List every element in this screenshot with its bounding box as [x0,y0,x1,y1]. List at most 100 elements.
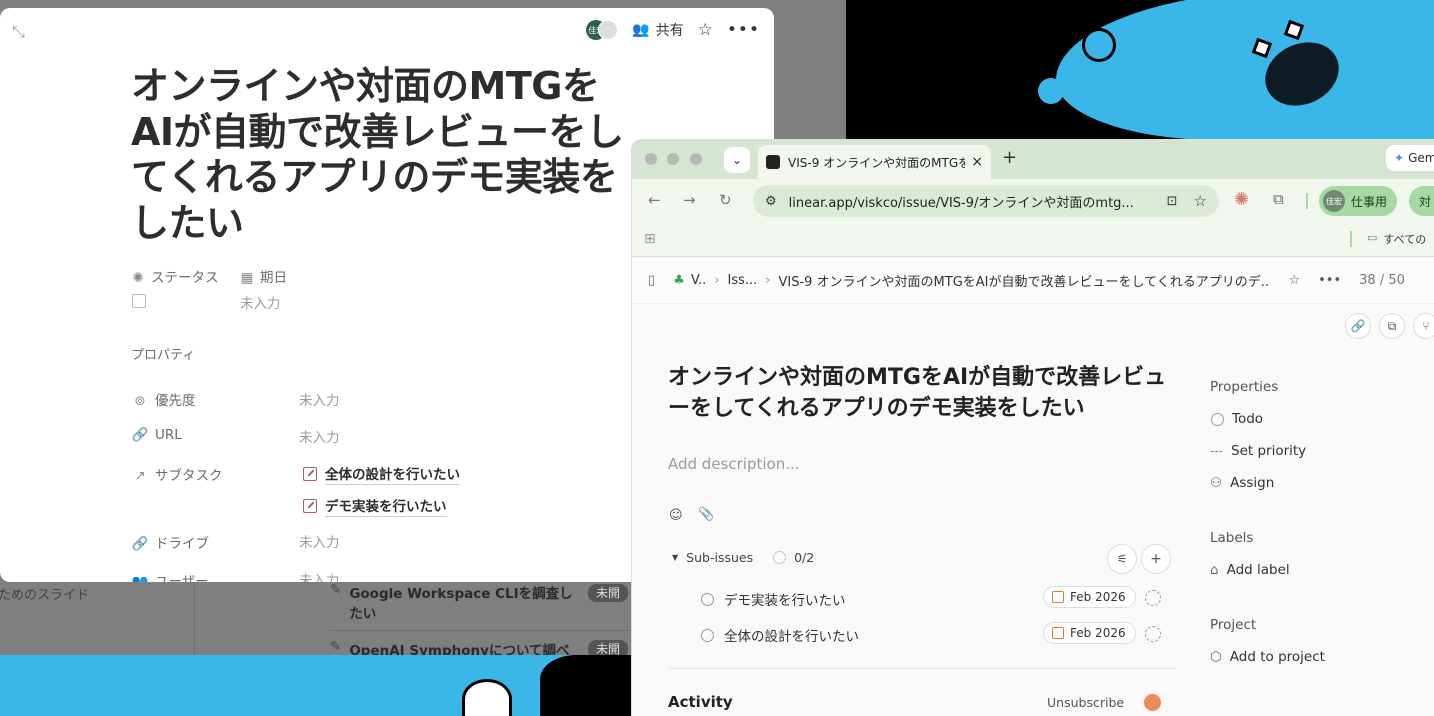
breadcrumb-issue[interactable]: VIS-9 オンラインや対面のMTGをAIが自動で改善レビューをしてくれるアプリ… [778,271,1270,290]
minimize-window-button[interactable] [667,153,679,165]
add-project-button[interactable]: ⬡ Add to project [1210,649,1325,665]
project-heading: Project [1210,617,1257,633]
date-property[interactable]: ▦ 期日 [240,266,287,286]
copy-link-icon[interactable]: 🔗 [1345,313,1371,339]
wallpaper-dot [1038,78,1064,104]
page-top-bar: 佳宏 👥 共有 ☆ ••• [586,20,760,40]
status-checkbox[interactable] [132,294,146,308]
display-options-icon[interactable]: ⚟ [1107,544,1137,574]
assignee-icon: ⚇ [1210,475,1223,491]
sub-issue-title: 全体の設計を行いたい [724,629,859,645]
browser-tab[interactable]: VIS-9 オンラインや対面のMTGを × [758,145,991,179]
expand-icon[interactable]: ⤡ [12,22,25,42]
gemini-button[interactable]: ✦ Gem [1386,145,1434,171]
folder-icon: ▭ [1367,231,1378,244]
profile-label: 仕事用 [1351,194,1388,209]
gemini-icon: ✦ [1394,151,1405,165]
tab-search-chevron-icon[interactable]: ⌄ [724,147,750,173]
breadcrumb-team[interactable]: V.. [691,273,706,288]
branch-icon[interactable]: ⑂ [1413,313,1434,339]
sub-issues-progress: 0/2 [794,550,815,565]
extensions-icon[interactable]: ⧉ [1273,190,1284,208]
assign-selector[interactable]: ⚇ Assign [1210,475,1274,491]
reload-icon[interactable]: ↻ [719,191,732,209]
team-icon: ♣ [673,273,685,288]
more-icon[interactable]: ••• [727,20,760,40]
star-icon[interactable]: ☆ [698,20,713,40]
sidebar-toggle-icon[interactable]: ▯ [648,273,655,288]
sub-issues-label: Sub-issues [686,550,754,565]
favorite-star-icon[interactable]: ☆ [1288,273,1300,288]
emoji-reaction-icon[interactable]: ☺ [669,508,683,523]
breadcrumb-section[interactable]: Iss... [728,273,758,288]
toolbar-divider [1306,193,1308,209]
zoom-window-button[interactable] [690,153,702,165]
subtask-link[interactable]: 全体の設計を行いたい [303,463,460,485]
status-property[interactable]: ✺ ステータス [131,266,219,286]
browser-window: ⌄ VIS-9 オンラインや対面のMTGを × + ✦ Gem ← → ↻ ✺ … [631,139,1434,716]
back-icon[interactable]: ← [648,191,661,209]
properties-heading: プロパティ [131,348,196,363]
no-priority-icon: --- [1210,444,1223,458]
address-bar[interactable]: ⚙ linear.app/viskco/issue/VIS-9/オンラインや対面… [753,185,1219,217]
property-row[interactable]: ⊚ 優先度 [131,389,195,409]
property-value[interactable]: 未入力 [299,426,340,446]
bookmark-star-icon[interactable]: ☆ [1194,192,1207,210]
sub-issue-row[interactable]: 全体の設計を行いたい [701,625,859,645]
breadcrumb-separator: › [765,273,771,288]
add-sub-issue-icon[interactable]: + [1141,544,1171,574]
profile-pill[interactable]: 佳宏 仕事用 [1319,186,1398,216]
share-button[interactable]: 👥 共有 [632,20,683,40]
due-date-chip[interactable]: Feb 2026 [1043,622,1136,644]
sub-issues-toggle[interactable]: ▼ Sub-issues 0/2 [672,550,814,565]
subtask-link[interactable]: デモ実装を行いたい [303,495,447,517]
property-value[interactable]: 未入力 [299,531,340,551]
close-tab-icon[interactable]: × [971,154,983,170]
calendar-icon: ▦ [240,270,254,286]
issue-title[interactable]: オンラインや対面のMTGをAIが自動で改善レビューをしてくれるアプリのデモ実装を… [668,363,1178,425]
caret-down-icon: ▼ [672,553,679,562]
install-app-icon[interactable]: ⊡ [1167,194,1178,209]
description-input[interactable]: Add description... [668,455,800,473]
claude-extension-icon[interactable]: ✺ [1234,189,1249,210]
assignee-icon[interactable] [1145,626,1161,642]
close-window-button[interactable] [645,153,657,165]
page-title[interactable]: オンラインや対面のMTGをAIが自動で改善レビューをしてくれるアプリのデモ実装を… [131,64,631,246]
property-row[interactable]: 🔗 URL [131,427,182,443]
wallpaper-shadow [540,655,631,716]
property-label: ステータス [151,270,219,286]
forward-icon[interactable]: → [683,191,696,209]
avatar-stack[interactable]: 佳宏 [586,20,619,40]
property-row[interactable]: ↗ サブタスク [131,464,222,484]
site-settings-icon[interactable]: ⚙ [765,194,777,209]
new-tab-icon[interactable]: + [1002,147,1017,168]
sub-issue-row[interactable]: デモ実装を行いたい [701,589,846,609]
assignee-icon[interactable] [1145,590,1161,606]
apps-grid-icon[interactable]: ⊞ [644,231,656,247]
profile-pill-2[interactable]: 対 [1409,186,1434,216]
property-value[interactable]: 未入力 [299,569,340,582]
background-db-left-text: ためのスライド [0,588,90,603]
wallpaper-top [846,0,1434,140]
property-value[interactable]: 未入力 [299,389,340,409]
all-bookmarks-folder[interactable]: ▭ すべての [1367,231,1426,247]
property-row[interactable]: 👥 ユーザー [131,570,209,582]
priority-icon: ⊚ [134,393,146,409]
properties-heading: Properties [1210,379,1279,395]
avatar[interactable] [1144,694,1161,711]
attachment-icon[interactable]: 📎 [698,507,714,522]
tab-strip: ⌄ VIS-9 オンラインや対面のMTGを × + ✦ Gem [632,139,1434,179]
property-row[interactable]: 🔗 ドライブ [131,532,209,552]
bookmarks-divider [1350,231,1352,247]
date-value[interactable]: 未入力 [240,292,281,312]
unsubscribe-button[interactable]: Unsubscribe [1047,695,1124,710]
status-icon: ✺ [132,270,144,286]
page-edit-icon [303,499,317,513]
copy-id-icon[interactable]: ⧉ [1379,313,1405,339]
priority-selector[interactable]: --- Set priority [1210,443,1306,459]
more-icon[interactable]: ••• [1318,273,1341,288]
add-label-button[interactable]: ⌂ Add label [1210,562,1290,578]
status-selector[interactable]: Todo [1211,411,1263,427]
due-date-chip[interactable]: Feb 2026 [1043,586,1136,608]
wallpaper-blob [1056,0,1434,140]
